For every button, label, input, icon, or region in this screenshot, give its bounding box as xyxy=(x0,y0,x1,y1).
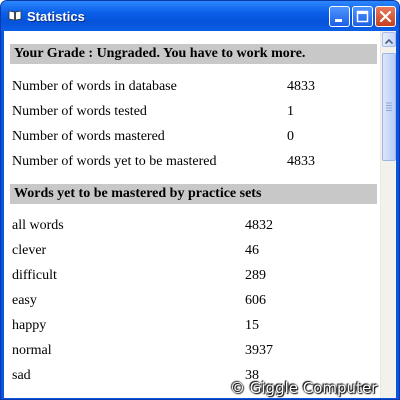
stat-label: Number of words tested xyxy=(12,104,147,119)
stat-value: 1 xyxy=(287,104,294,119)
client-area: Your Grade : Ungraded. You have to work … xyxy=(4,31,396,398)
watermark-text: © Giggle Computer xyxy=(230,379,378,397)
maximize-button[interactable] xyxy=(352,6,373,27)
practice-set-label: all words xyxy=(12,218,64,233)
window-title: Statistics xyxy=(27,9,85,24)
stat-label: Number of words mastered xyxy=(12,129,165,144)
practice-set-label: clever xyxy=(12,243,47,258)
statistics-content: Your Grade : Ungraded. You have to work … xyxy=(4,31,381,398)
statistics-window: Statistics Your Grade : Ungraded. You ha… xyxy=(0,0,400,400)
grip-icon xyxy=(386,102,392,111)
practice-sets-header: Words yet to be mastered by practice set… xyxy=(10,184,377,204)
open-book-icon xyxy=(8,10,22,21)
stat-label: Number of words yet to be mastered xyxy=(12,154,217,169)
practice-set-label: normal xyxy=(12,343,52,358)
arrow-up-icon xyxy=(384,38,394,45)
scroll-up-button[interactable] xyxy=(382,32,396,47)
close-icon xyxy=(379,10,392,23)
scrollbar-thumb[interactable] xyxy=(382,53,396,161)
minimize-icon xyxy=(335,19,342,22)
practice-set-label: easy xyxy=(12,293,37,308)
stat-value: 4833 xyxy=(287,154,315,169)
maximize-icon xyxy=(356,10,369,23)
stat-value: 4833 xyxy=(287,79,315,94)
grade-header: Your Grade : Ungraded. You have to work … xyxy=(10,44,377,64)
practice-set-value: 289 xyxy=(245,268,266,283)
practice-set-label: difficult xyxy=(12,268,57,283)
practice-set-value: 46 xyxy=(245,243,259,258)
practice-set-label: sad xyxy=(12,368,31,383)
close-button[interactable] xyxy=(375,6,396,27)
practice-set-label: happy xyxy=(12,318,47,333)
title-bar[interactable]: Statistics xyxy=(1,1,399,31)
practice-set-value: 606 xyxy=(245,293,266,308)
practice-set-value: 15 xyxy=(245,318,259,333)
minimize-button[interactable] xyxy=(329,6,350,27)
stat-label: Number of words in database xyxy=(12,79,177,94)
practice-set-value: 4832 xyxy=(245,218,273,233)
vertical-scrollbar[interactable] xyxy=(380,31,396,398)
practice-set-value: 3937 xyxy=(245,343,273,358)
stat-value: 0 xyxy=(287,129,294,144)
